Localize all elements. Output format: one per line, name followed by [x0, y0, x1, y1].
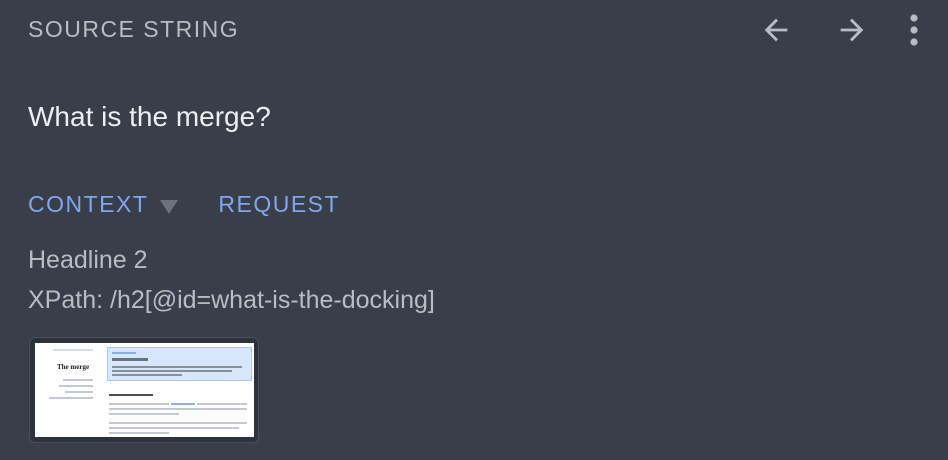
- thumbnail-title: The merge: [57, 363, 90, 371]
- arrow-forward-icon: [840, 18, 864, 42]
- toolbar: [754, 8, 926, 52]
- section-title: SOURCE STRING: [28, 16, 240, 42]
- more-options-button[interactable]: [902, 8, 926, 52]
- tab-context[interactable]: CONTEXT: [28, 191, 148, 218]
- more-vert-icon: [910, 14, 918, 46]
- thumbnail-content: [107, 347, 252, 435]
- next-button[interactable]: [830, 8, 874, 52]
- xpath-text: XPath: /h2[@id=what-is-the-docking]: [28, 286, 435, 314]
- arrow-back-icon: [764, 18, 788, 42]
- source-string-panel: SOURCE STRING What is the merge? CONTEXT…: [0, 0, 948, 460]
- source-string-text: What is the merge?: [28, 101, 271, 132]
- thumbnail-highlight: [107, 347, 252, 381]
- tab-request[interactable]: REQUEST: [218, 191, 340, 218]
- tabs: CONTEXT REQUEST: [28, 191, 340, 218]
- thumbnail-image: The merge: [35, 343, 254, 437]
- screenshot-thumbnail[interactable]: The merge: [29, 337, 259, 443]
- previous-button[interactable]: [754, 8, 798, 52]
- chevron-down-icon[interactable]: [160, 199, 179, 214]
- thumbnail-sidebar: The merge: [35, 343, 105, 437]
- element-type: Headline 2: [28, 246, 148, 274]
